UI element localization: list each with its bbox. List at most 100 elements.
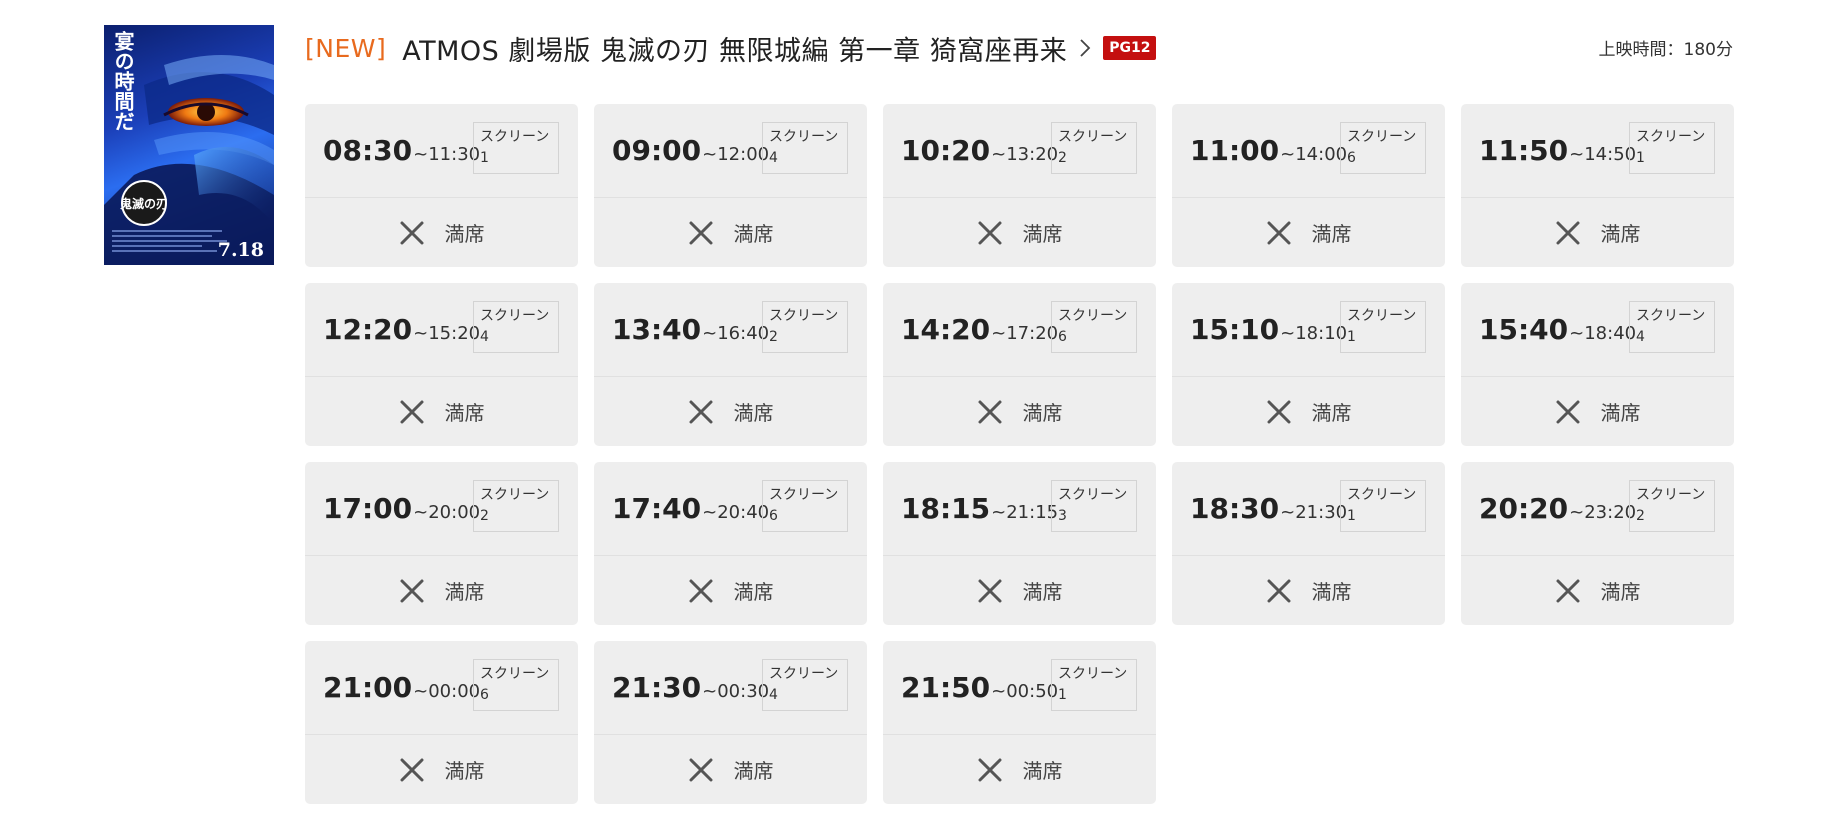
end-time: ~18:10 [1280, 323, 1348, 344]
availability-row: 満席 [305, 198, 578, 267]
screen-label: スクリーン [769, 487, 839, 503]
showtime-card[interactable]: 11:00 ~14:00 スクリーン 6 満席 [1172, 104, 1445, 267]
availability-row: 満席 [1172, 377, 1445, 446]
screen-badge: スクリーン 2 [762, 301, 848, 353]
showtime-card[interactable]: 09:00 ~12:00 スクリーン 4 満席 [594, 104, 867, 267]
screen-number: 4 [1636, 329, 1645, 345]
showtime-info: 15:10 ~18:10 スクリーン 1 [1172, 283, 1445, 377]
showtime-time: 09:00 ~12:00 [612, 134, 769, 167]
movie-title-link[interactable]: ATMOS 劇場版 鬼滅の刃 無限城編 第一章 猗窩座再来 [402, 29, 1067, 68]
availability-row: 満席 [1461, 556, 1734, 625]
close-x-icon [1267, 579, 1290, 602]
showtime-info: 17:40 ~20:40 スクリーン 6 [594, 462, 867, 556]
status-label: 満席 [1311, 580, 1352, 604]
start-time: 13:40 [612, 313, 702, 346]
start-time: 18:30 [1190, 492, 1280, 525]
showtime-time: 14:20 ~17:20 [901, 313, 1058, 346]
screen-number: 2 [480, 508, 489, 524]
showtime-info: 11:00 ~14:00 スクリーン 6 [1172, 104, 1445, 198]
showtime-info: 21:50 ~00:50 スクリーン 1 [883, 641, 1156, 735]
end-time: ~16:40 [702, 323, 770, 344]
screen-number: 2 [769, 329, 778, 345]
showtime-card[interactable]: 12:20 ~15:20 スクリーン 4 満席 [305, 283, 578, 446]
rating-badge: PG12 [1103, 36, 1157, 60]
close-x-icon [1556, 400, 1579, 423]
end-time: ~20:00 [413, 502, 481, 523]
showtime-card[interactable]: 18:15 ~21:15 スクリーン 3 満席 [883, 462, 1156, 625]
start-time: 11:00 [1190, 134, 1280, 167]
showtime-info: 13:40 ~16:40 スクリーン 2 [594, 283, 867, 377]
screen-badge: スクリーン 4 [1629, 301, 1715, 353]
availability-row: 満席 [883, 556, 1156, 625]
showtime-card[interactable]: 08:30 ~11:30 スクリーン 1 満席 [305, 104, 578, 267]
status-label: 満席 [444, 580, 485, 604]
showtime-card[interactable]: 11:50 ~14:50 スクリーン 1 満席 [1461, 104, 1734, 267]
showtime-time: 15:10 ~18:10 [1190, 313, 1347, 346]
showtime-time: 21:50 ~00:50 [901, 671, 1058, 704]
showtime-info: 18:15 ~21:15 スクリーン 3 [883, 462, 1156, 556]
close-x-icon [689, 400, 712, 423]
showtime-card[interactable]: 21:50 ~00:50 スクリーン 1 満席 [883, 641, 1156, 804]
start-time: 21:00 [323, 671, 413, 704]
close-x-icon [689, 758, 712, 781]
availability-row: 満席 [883, 377, 1156, 446]
showtime-card[interactable]: 21:30 ~00:30 スクリーン 4 満席 [594, 641, 867, 804]
status-label: 満席 [1022, 759, 1063, 783]
showtime-info: 15:40 ~18:40 スクリーン 4 [1461, 283, 1734, 377]
svg-text:鬼滅の刃: 鬼滅の刃 [120, 196, 168, 211]
movie-poster[interactable]: 鬼滅の刃 宴の時間だ 7.18 [104, 25, 274, 265]
screen-badge: スクリーン 6 [1340, 122, 1426, 174]
new-tag: [NEW] [305, 33, 387, 63]
screen-label: スクリーン [1347, 308, 1417, 324]
screen-number: 6 [769, 508, 778, 524]
screen-label: スクリーン [1347, 129, 1417, 145]
start-time: 17:40 [612, 492, 702, 525]
close-x-icon [1556, 221, 1579, 244]
close-x-icon [978, 400, 1001, 423]
start-time: 14:20 [901, 313, 991, 346]
status-label: 満席 [1600, 222, 1641, 246]
showtime-card[interactable]: 15:10 ~18:10 スクリーン 1 満席 [1172, 283, 1445, 446]
end-time: ~00:50 [991, 681, 1059, 702]
status-label: 満席 [1600, 580, 1641, 604]
start-time: 08:30 [323, 134, 413, 167]
showtime-card[interactable]: 21:00 ~00:00 スクリーン 6 満席 [305, 641, 578, 804]
start-time: 21:30 [612, 671, 702, 704]
screen-badge: スクリーン 4 [762, 122, 848, 174]
poster-tagline: 宴の時間だ [111, 31, 135, 131]
showtime-card[interactable]: 17:00 ~20:00 スクリーン 2 満席 [305, 462, 578, 625]
chevron-right-icon[interactable] [1075, 35, 1095, 61]
screen-badge: スクリーン 3 [1051, 480, 1137, 532]
screen-label: スクリーン [1636, 487, 1706, 503]
showtime-card[interactable]: 20:20 ~23:20 スクリーン 2 満席 [1461, 462, 1734, 625]
close-x-icon [689, 579, 712, 602]
availability-row: 満席 [305, 556, 578, 625]
showtime-info: 09:00 ~12:00 スクリーン 4 [594, 104, 867, 198]
showtime-time: 13:40 ~16:40 [612, 313, 769, 346]
screen-badge: スクリーン 1 [473, 122, 559, 174]
showtime-info: 08:30 ~11:30 スクリーン 1 [305, 104, 578, 198]
showtime-card[interactable]: 15:40 ~18:40 スクリーン 4 満席 [1461, 283, 1734, 446]
start-time: 12:20 [323, 313, 413, 346]
screen-label: スクリーン [480, 487, 550, 503]
showtime-card[interactable]: 10:20 ~13:20 スクリーン 2 満席 [883, 104, 1156, 267]
close-x-icon [400, 221, 423, 244]
showtime-card[interactable]: 13:40 ~16:40 スクリーン 2 満席 [594, 283, 867, 446]
showtime-card[interactable]: 18:30 ~21:30 スクリーン 1 満席 [1172, 462, 1445, 625]
close-x-icon [978, 221, 1001, 244]
end-time: ~14:50 [1569, 144, 1637, 165]
showtime-time: 21:30 ~00:30 [612, 671, 769, 704]
screen-badge: スクリーン 4 [473, 301, 559, 353]
showtime-info: 18:30 ~21:30 スクリーン 1 [1172, 462, 1445, 556]
screen-label: スクリーン [480, 666, 550, 682]
status-label: 満席 [1600, 401, 1641, 425]
screen-number: 4 [480, 329, 489, 345]
start-time: 09:00 [612, 134, 702, 167]
screen-label: スクリーン [1058, 308, 1128, 324]
screen-label: スクリーン [1058, 487, 1128, 503]
availability-row: 満席 [594, 556, 867, 625]
showtime-card[interactable]: 17:40 ~20:40 スクリーン 6 満席 [594, 462, 867, 625]
showtime-card[interactable]: 14:20 ~17:20 スクリーン 6 満席 [883, 283, 1156, 446]
availability-row: 満席 [1172, 556, 1445, 625]
showtime-info: 21:30 ~00:30 スクリーン 4 [594, 641, 867, 735]
